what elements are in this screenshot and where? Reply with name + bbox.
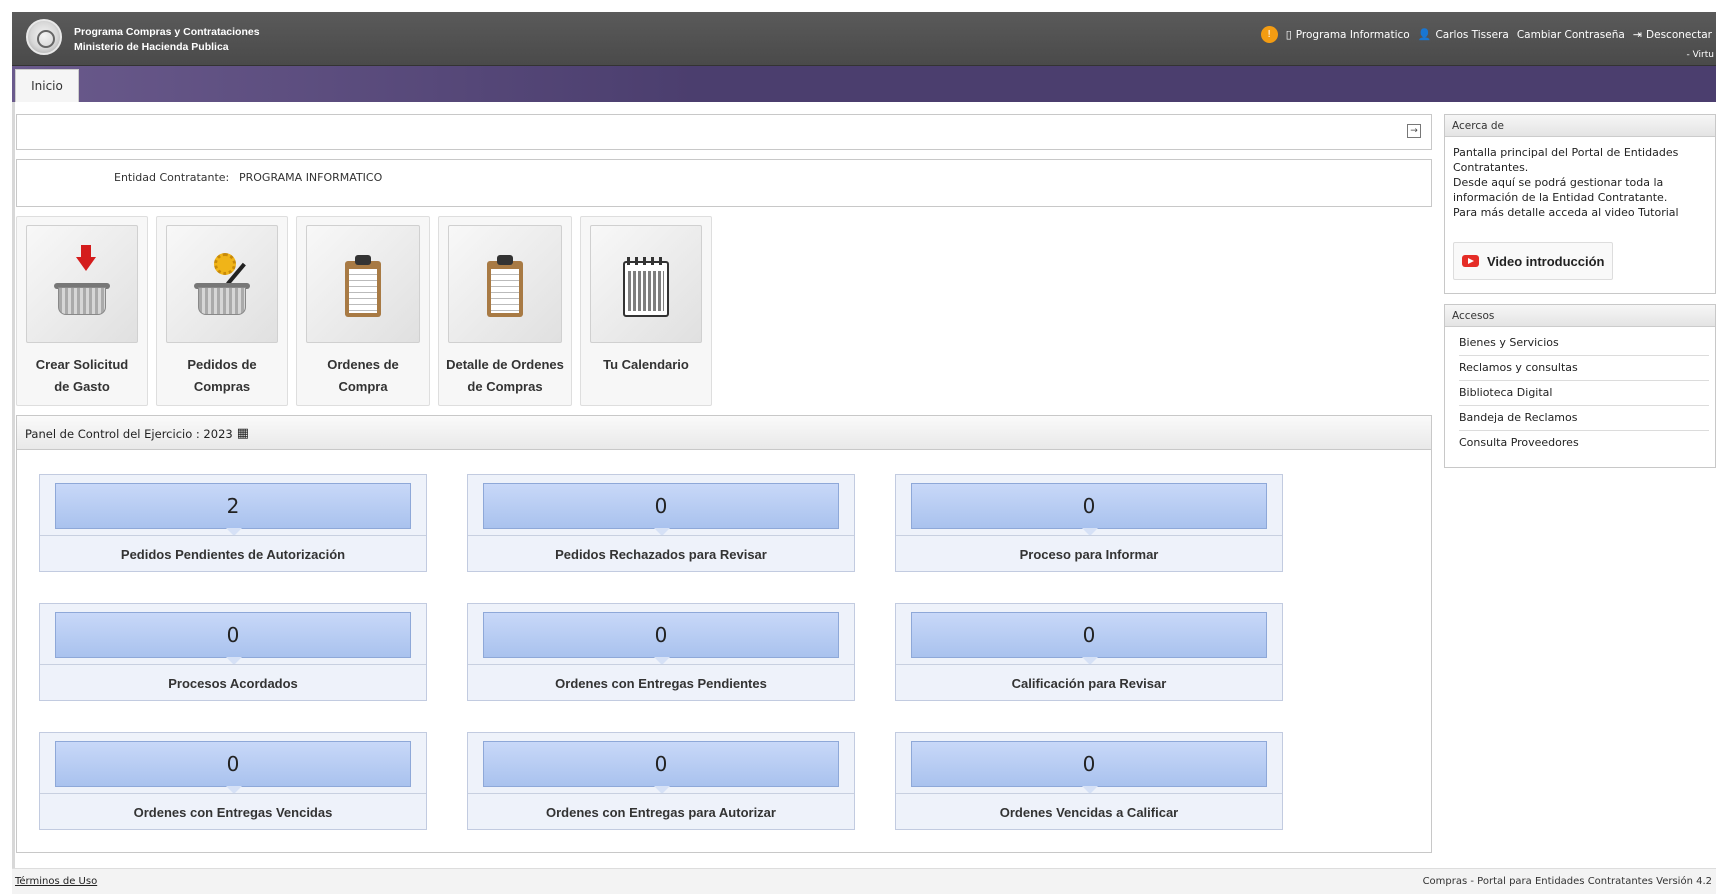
youtube-icon [1462,255,1479,267]
card-value: 0 [483,483,839,536]
card-procesos-acordados[interactable]: 0 Procesos Acordados [39,603,427,701]
panel-title: Panel de Control del Ejercicio : 2023 ▦ [25,426,249,441]
accesos-panel: Accesos Bienes y Servicios Reclamos y co… [1444,304,1716,468]
card-label: Pedidos Pendientes de Autorización [120,547,346,562]
tile-label: Pedidos de Compras [187,357,257,394]
calendar-icon [590,225,702,343]
clipboard-icon [306,225,420,343]
card-value: 0 [55,612,411,665]
card-label: Procesos Acordados [168,676,298,691]
acceso-biblioteca-digital[interactable]: Biblioteca Digital [1459,381,1709,406]
card-value: 0 [483,612,839,665]
card-label: Ordenes con Entregas para Autorizar [546,805,776,820]
card-label: Pedidos Rechazados para Revisar [555,547,767,562]
card-calificacion-revisar[interactable]: 0 Calificación para Revisar [895,603,1283,701]
notification-icon[interactable]: ! [1260,26,1278,43]
expand-icon[interactable]: → [1407,124,1421,138]
tile-label: Detalle de Ordenes de Compras [446,357,564,394]
left-border [12,102,15,868]
card-entregas-pendientes[interactable]: 0 Ordenes con Entregas Pendientes [467,603,855,701]
card-proceso-informar[interactable]: 0 Proceso para Informar [895,474,1283,572]
video-intro-button[interactable]: Video introducción [1453,242,1613,280]
acceso-bienes-servicios[interactable]: Bienes y Servicios [1459,331,1709,356]
card-value: 0 [483,741,839,794]
top-header: Programa Compras y Contrataciones Minist… [12,12,1716,66]
entity-link-label: Programa Informatico [1295,28,1410,41]
change-password-label: Cambiar Contraseña [1516,28,1625,41]
logout-label: Desconectar [1646,28,1712,41]
tile-label: Tu Calendario [603,357,689,372]
card-value: 2 [55,483,411,536]
entity-label: Entidad Contratante: [114,171,230,184]
brand-line-1: Programa Compras y Contrataciones [74,26,260,38]
tile-pedidos-compras[interactable]: Pedidos de Compras [156,216,288,406]
card-value: 0 [55,741,411,794]
card-pedidos-rechazados[interactable]: 0 Pedidos Rechazados para Revisar [467,474,855,572]
terms-link[interactable]: Términos de Uso [15,876,97,887]
acceso-reclamos-consultas[interactable]: Reclamos y consultas [1459,356,1709,381]
page: Programa Compras y Contrataciones Minist… [0,0,1716,894]
user-link[interactable]: 👤 Carlos Tissera [1418,28,1509,41]
toolbar-box: → [16,114,1432,150]
tab-inicio[interactable]: Inicio [15,69,79,102]
entity-link[interactable]: ▯ Programa Informatico [1286,28,1410,41]
accesos-header: Accesos [1445,305,1715,327]
tile-ordenes-compra[interactable]: Ordenes de Compra [296,216,430,406]
acceso-bandeja-reclamos[interactable]: Bandeja de Reclamos [1459,406,1709,431]
card-label: Calificación para Revisar [1011,676,1167,691]
card-value: 0 [911,612,1267,665]
brand-text: Programa Compras y Contrataciones Minist… [74,25,260,55]
clipboard-icon [448,225,562,343]
card-value: 0 [911,483,1267,536]
top-links: ! ▯ Programa Informatico 👤 Carlos Tisser… [1260,26,1712,43]
tile-detalle-ordenes[interactable]: Detalle de Ordenes de Compras [438,216,572,406]
card-entregas-vencidas[interactable]: 0 Ordenes con Entregas Vencidas [39,732,427,830]
about-text: Pantalla principal del Portal de Entidad… [1453,146,1679,219]
panel-header: Panel de Control del Ejercicio : 2023 ▦ [17,416,1431,450]
about-panel: Acerca de Pantalla principal del Portal … [1444,114,1716,294]
tile-label: Ordenes de Compra [327,357,399,394]
building-icon: ▯ [1285,28,1292,41]
card-label: Proceso para Informar [1019,547,1159,562]
card-label: Ordenes Vencidas a Calificar [999,805,1179,820]
logout-link[interactable]: ⇥ Desconectar [1633,28,1712,41]
video-intro-label: Video introducción [1487,253,1605,269]
change-password-link[interactable]: Cambiar Contraseña [1517,29,1625,41]
panel-title-text: Panel de Control del Ejercicio : 2023 [25,426,233,441]
basket-gear-icon [166,225,278,343]
basket-download-icon [26,225,138,343]
ministry-seal-logo [26,19,62,55]
card-vencidas-calificar[interactable]: 0 Ordenes Vencidas a Calificar [895,732,1283,830]
nav-bar: Inicio [12,66,1716,102]
tile-tu-calendario[interactable]: Tu Calendario [580,216,712,406]
acceso-consulta-proveedores[interactable]: Consulta Proveedores [1459,431,1709,456]
footer: Términos de Uso Compras - Portal para En… [12,868,1716,894]
version-text: Compras - Portal para Entidades Contrata… [1422,876,1712,887]
calendar-icon[interactable]: ▦ [237,426,249,441]
user-link-label: Carlos Tissera [1435,28,1509,41]
entity-box: Entidad Contratante: PROGRAMA INFORMATIC… [16,159,1432,207]
card-label: Ordenes con Entregas Pendientes [555,676,767,691]
card-value: 0 [911,741,1267,794]
tile-crear-solicitud[interactable]: Crear Solicitud de Gasto [16,216,148,406]
card-entregas-autorizar[interactable]: 0 Ordenes con Entregas para Autorizar [467,732,855,830]
logout-icon: ⇥ [1632,28,1643,41]
card-pedidos-pendientes[interactable]: 2 Pedidos Pendientes de Autorización [39,474,427,572]
about-header: Acerca de [1445,115,1715,137]
brand-line-2: Ministerio de Hacienda Publica [74,41,229,53]
control-panel: Panel de Control del Ejercicio : 2023 ▦ … [16,415,1432,853]
card-label: Ordenes con Entregas Vencidas [133,805,333,820]
user-icon: 👤 [1417,28,1432,41]
entity-value: PROGRAMA INFORMATICO [239,171,383,184]
virtual-label: - Virtu [1686,50,1714,60]
tile-label: Crear Solicitud de Gasto [35,357,129,394]
